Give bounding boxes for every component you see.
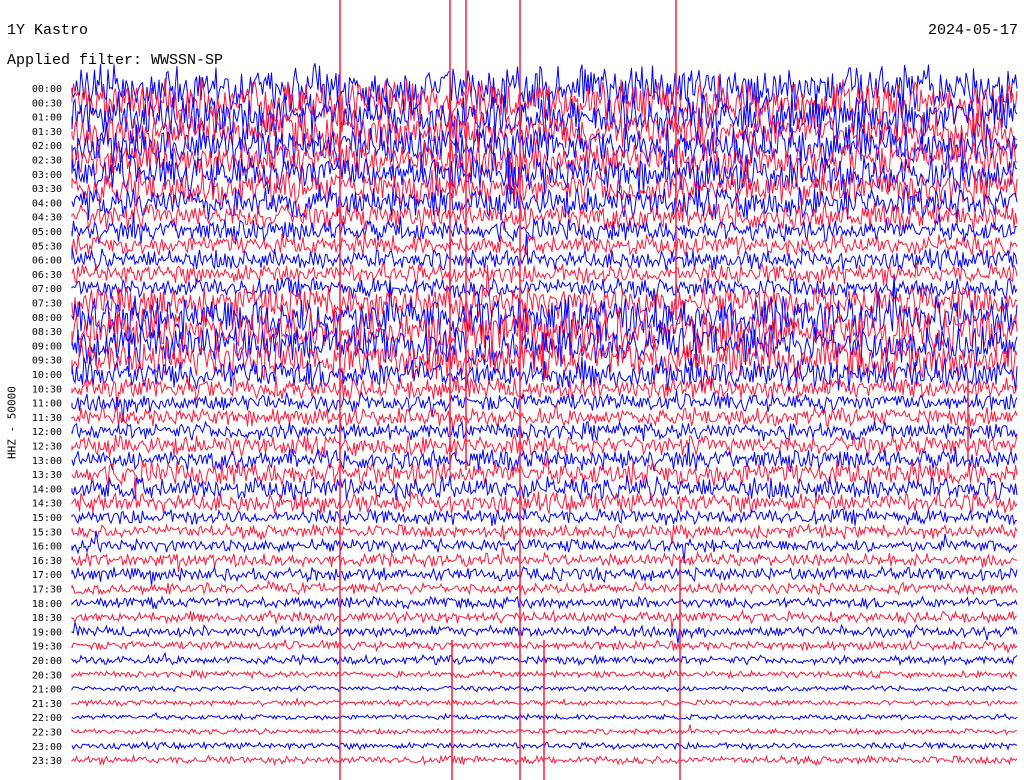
row-label-2300: 23:00 (32, 742, 62, 753)
row-label-2130: 21:30 (32, 699, 62, 710)
row-label-1430: 14:30 (32, 499, 62, 510)
row-label-0000: 00:00 (32, 84, 62, 95)
trace-row-1530 (71, 522, 1018, 544)
row-label-1900: 19:00 (32, 627, 62, 638)
row-label-1500: 15:00 (32, 513, 62, 524)
row-label-2230: 22:30 (32, 728, 62, 739)
trace-row-1400 (71, 475, 1018, 502)
row-label-2330: 23:30 (32, 756, 62, 767)
row-label-1400: 14:00 (32, 484, 62, 495)
row-label-0600: 06:00 (32, 256, 62, 267)
row-label-0330: 03:30 (32, 184, 62, 195)
row-label-1530: 15:30 (32, 527, 62, 538)
row-label-0800: 08:00 (32, 313, 62, 324)
row-label-0300: 03:00 (32, 170, 62, 181)
row-label-1630: 16:30 (32, 556, 62, 567)
date-label: 2024-05-17 (927, 22, 1018, 39)
row-label-1000: 10:00 (32, 370, 62, 381)
row-label-1100: 11:00 (32, 399, 62, 410)
trace-row-1700 (71, 565, 1018, 587)
helicorder-plot: 00:00 00:30 01:00 01:30 02:00 02:30 03:00 03:30… (32, 0, 1018, 780)
row-label-1730: 17:30 (32, 585, 62, 596)
row-label-1800: 18:00 (32, 599, 62, 610)
row-label-0430: 04:30 (32, 213, 62, 224)
row-label-0700: 07:00 (32, 284, 62, 295)
trace-row-1500 (71, 507, 1018, 526)
row-label-0200: 02:00 (32, 141, 62, 152)
row-label-1300: 13:00 (32, 456, 62, 467)
row-label-2200: 22:00 (32, 713, 62, 724)
row-label-0730: 07:30 (32, 299, 62, 310)
trace-row-1730 (71, 579, 1018, 596)
row-label-0500: 05:00 (32, 227, 62, 238)
row-label-0400: 04:00 (32, 198, 62, 209)
row-label-1030: 10:30 (32, 384, 62, 395)
trace-row-1800 (71, 595, 1018, 611)
filter-label: Applied filter: WWSSN-SP (7, 52, 224, 69)
row-label-1930: 19:30 (32, 642, 62, 653)
row-label-1830: 18:30 (32, 613, 62, 624)
trace-row-1230 (71, 433, 1018, 458)
row-label-1130: 11:30 (32, 413, 62, 424)
row-label-2030: 20:30 (32, 670, 62, 681)
row-label-0830: 08:30 (32, 327, 62, 338)
row-label-0230: 02:30 (32, 156, 62, 167)
row-label-0930: 09:30 (32, 356, 62, 367)
row-label-1330: 13:30 (32, 470, 62, 481)
row-label-0130: 01:30 (32, 127, 62, 138)
row-label-2100: 21:00 (32, 685, 62, 696)
row-label-0030: 00:30 (32, 98, 62, 109)
row-label-0630: 06:30 (32, 270, 62, 281)
row-label-0530: 05:30 (32, 241, 62, 252)
row-label-1700: 17:00 (32, 570, 62, 581)
station-title: 1Y Kastro (7, 22, 89, 39)
row-label-2000: 20:00 (32, 656, 62, 667)
trace-row-1830 (71, 609, 1018, 629)
row-label-0100: 01:00 (32, 113, 62, 124)
row-label-1230: 12:30 (32, 442, 62, 453)
channel-axis-label: HHZ - 50000 (5, 386, 19, 459)
trace-row-0600 (71, 233, 1018, 272)
row-label-1200: 12:00 (32, 427, 62, 438)
row-label-1600: 16:00 (32, 542, 62, 553)
row-label-0900: 09:00 (32, 341, 62, 352)
